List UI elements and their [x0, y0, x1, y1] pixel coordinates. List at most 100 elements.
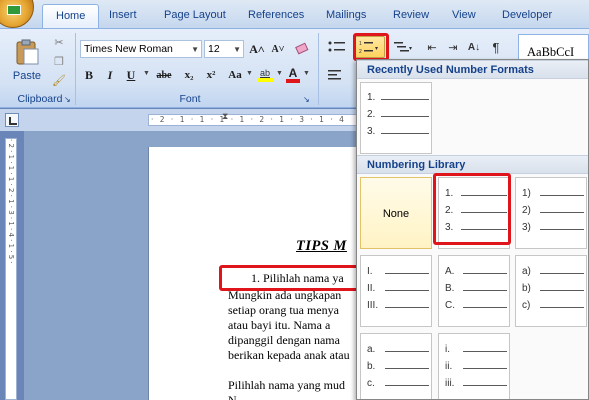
none-label: None: [382, 208, 410, 220]
dialog-launcher-icon[interactable]: ↘: [64, 95, 71, 104]
multilevel-list-button[interactable]: ▾: [390, 37, 418, 57]
underline-icon: U: [126, 67, 136, 82]
paragraph-line: Pilihlah nama yang mud: [228, 378, 345, 392]
list-number: 3): [522, 222, 531, 233]
list-number: 1.: [367, 92, 376, 103]
list-number: ii.: [445, 361, 453, 372]
strikethrough-icon: abe: [156, 69, 172, 81]
list-number: a.: [367, 344, 376, 355]
tab-selector-button[interactable]: [5, 113, 19, 127]
brush-icon: 🖌: [52, 74, 66, 87]
document-title: TIPS M: [296, 238, 347, 254]
italic-icon: I: [107, 67, 113, 82]
list-number: A.: [445, 266, 455, 277]
tab-home[interactable]: Home: [42, 4, 100, 29]
svg-text:1: 1: [359, 41, 362, 47]
chevron-down-icon[interactable]: ▼: [276, 70, 283, 77]
indent-marker-icon[interactable]: ⧗: [222, 111, 228, 122]
list-number: 1): [522, 188, 531, 199]
subscript-button[interactable]: x₂: [179, 65, 199, 85]
paragraph-line: dipanggil dengan nama: [228, 333, 340, 347]
list-number: iii.: [445, 378, 455, 389]
italic-button[interactable]: I: [101, 65, 119, 85]
format-painter-button[interactable]: 🖌: [50, 71, 68, 89]
font-group-label: Font: [179, 93, 201, 105]
decrease-indent-icon: ⇤: [427, 41, 437, 54]
chevron-down-icon[interactable]: ▼: [143, 70, 150, 77]
vertical-ruler-ticks: · 2 · 1 · 1 · 1 · 2 · 1 · 3 · 1 · 4 · 1 …: [7, 139, 15, 264]
superscript-button[interactable]: x²: [201, 65, 221, 85]
grow-font-button[interactable]: A˄: [247, 39, 267, 59]
numbering-button[interactable]: 1 2 ▾: [355, 36, 385, 58]
list-number: 1.: [445, 188, 454, 199]
bullets-button[interactable]: [324, 37, 350, 57]
tab-mailings[interactable]: Mailings: [326, 9, 366, 21]
recent-formats-header: Recently Used Number Formats: [357, 60, 588, 79]
list-number: b.: [367, 361, 376, 372]
chevron-down-icon: ▼: [191, 45, 199, 54]
list-number: B.: [445, 283, 455, 294]
align-left-icon: [328, 70, 341, 80]
eraser-icon: [295, 42, 309, 55]
align-left-button[interactable]: [324, 65, 346, 85]
numbering-decimal-period-option[interactable]: 1. 2. 3.: [438, 177, 510, 249]
subscript-icon: x₂: [184, 69, 194, 81]
tab-developer[interactable]: Developer: [502, 9, 552, 21]
vertical-ruler[interactable]: · 2 · 1 · 1 · 1 · 2 · 1 · 3 · 1 · 4 · 1 …: [5, 138, 17, 400]
cut-button[interactable]: ✂: [50, 33, 68, 51]
font-color-icon: A: [288, 66, 298, 80]
increase-indent-button[interactable]: ⇥: [443, 37, 463, 57]
chevron-down-icon: ▼: [233, 45, 241, 54]
tab-view[interactable]: View: [452, 9, 476, 21]
clipboard-icon: [16, 39, 39, 65]
copy-icon: ❐: [54, 55, 64, 68]
numbering-upper-roman-option[interactable]: I. II. III.: [360, 255, 432, 327]
list-number: a): [522, 266, 531, 277]
chevron-down-icon[interactable]: ▼: [303, 70, 310, 77]
font-size-value: 12: [208, 43, 220, 55]
change-case-button[interactable]: Aa: [224, 65, 246, 85]
tab-references[interactable]: References: [248, 9, 304, 21]
tab-insert[interactable]: Insert: [109, 9, 137, 21]
font-name-value: Times New Roman: [84, 43, 173, 55]
numbering-none-option[interactable]: None: [360, 177, 432, 249]
numbering-lower-alpha-paren-option[interactable]: a) b) c): [515, 255, 587, 327]
strikethrough-button[interactable]: abe: [152, 65, 176, 85]
bold-button[interactable]: B: [80, 65, 98, 85]
shrink-font-button[interactable]: A˅: [268, 39, 288, 59]
horizontal-ruler-ticks: · 2 · 1 · 1 · 1 · 1 · 2 · 1 · 3 · 1 · 4: [151, 115, 346, 124]
dialog-launcher-icon[interactable]: ↘: [303, 95, 310, 104]
office-button[interactable]: [0, 0, 34, 28]
show-formatting-button[interactable]: ¶: [486, 37, 506, 57]
chevron-down-icon[interactable]: ▼: [246, 70, 253, 77]
list-number: c.: [367, 378, 375, 389]
paragraph-line: berikan kepada anak atau: [228, 348, 350, 362]
copy-button[interactable]: ❐: [50, 52, 68, 70]
underline-button[interactable]: U: [122, 65, 140, 85]
list-number: C.: [445, 300, 455, 311]
numbering-gallery: Recently Used Number Formats 1. 2. 3. Nu…: [356, 59, 589, 400]
highlight-button[interactable]: ab: [255, 65, 275, 85]
list-number: 2.: [445, 205, 454, 216]
sort-icon: A↓: [467, 41, 481, 53]
font-color-button[interactable]: A: [284, 65, 302, 85]
recent-format-option[interactable]: 1. 2. 3.: [360, 82, 432, 154]
font-name-combo[interactable]: Times New Roman ▼: [80, 40, 202, 58]
list-number: I.: [367, 266, 373, 277]
list-number: c): [522, 300, 531, 311]
tab-review[interactable]: Review: [393, 9, 429, 21]
sort-button[interactable]: A↓: [464, 37, 484, 57]
list-number: i.: [445, 344, 450, 355]
clear-formatting-button[interactable]: [292, 39, 312, 59]
tab-page-layout[interactable]: Page Layout: [164, 9, 226, 21]
paste-button[interactable]: Paste: [8, 31, 46, 89]
numbering-lower-alpha-period-option[interactable]: a. b. c.: [360, 333, 432, 399]
numbering-upper-alpha-option[interactable]: A. B. C.: [438, 255, 510, 327]
multilevel-list-icon: ▾: [394, 42, 412, 52]
decrease-indent-button[interactable]: ⇤: [422, 37, 442, 57]
numbering-library-header: Numbering Library: [357, 155, 588, 174]
numbering-lower-roman-option[interactable]: i. ii. iii.: [438, 333, 510, 399]
horizontal-ruler[interactable]: · 2 · 1 · 1 · 1 · 1 · 2 · 1 · 3 · 1 · 4: [148, 114, 358, 126]
font-size-combo[interactable]: 12 ▼: [204, 40, 244, 58]
numbering-decimal-paren-option[interactable]: 1) 2) 3): [515, 177, 587, 249]
